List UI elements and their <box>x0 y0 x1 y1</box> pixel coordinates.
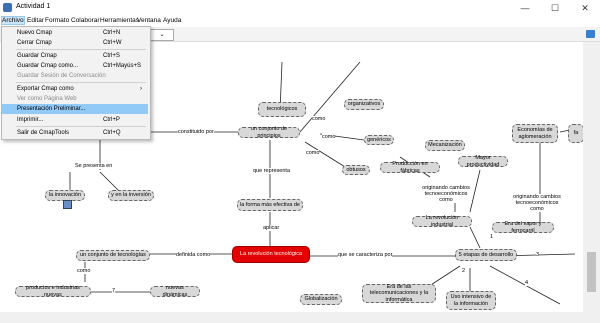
menu-item-guardar-cmap[interactable]: Guardar Cmap Ctrl+S <box>2 51 148 61</box>
link-como-4[interactable]: como <box>77 268 91 274</box>
menu-ventana[interactable]: Ventana <box>137 17 161 24</box>
menu-separator <box>16 126 146 127</box>
link-como-3[interactable]: como <box>306 150 320 156</box>
resource-icon[interactable] <box>63 200 72 209</box>
link-que-representa[interactable]: que representa <box>253 168 290 174</box>
minimize-button[interactable]: — <box>510 0 540 16</box>
concept-cinco-etapas[interactable]: 5 etapas de desarrollo <box>455 249 517 261</box>
link-como-1[interactable]: como <box>312 116 326 122</box>
menu-item-nuevo-cmap[interactable]: Nuevo Cmap Ctrl+N <box>2 28 148 38</box>
concept-uso-intensivo[interactable]: Uso intensivo de la información <box>446 291 496 310</box>
vertical-scroll-thumb[interactable] <box>587 252 596 292</box>
concept-revolucion-industrial[interactable]: La revolución industrial <box>412 215 472 228</box>
menu-item-imprimir[interactable]: Imprimir... Ctrl+P <box>2 115 148 125</box>
menu-item-ver-pagina-web[interactable]: Ver como Página Web <box>2 94 148 104</box>
maximize-button[interactable]: ☐ <box>540 0 570 16</box>
menu-item-salir[interactable]: Salir de CmapTools Ctrl+Q <box>2 128 148 138</box>
link-originando-cambios-2[interactable]: originando cambios tecnoeconómicos como <box>510 194 564 212</box>
concept-organizativos[interactable]: organizativos <box>344 99 384 110</box>
link-number-4[interactable]: 4 <box>525 280 529 286</box>
link-como-2[interactable]: como <box>322 134 336 140</box>
concept-era-vapor[interactable]: Era del vapor y ferrocarril <box>492 221 554 234</box>
link-definida-como[interactable]: definida como <box>176 252 211 258</box>
vertical-scrollbar[interactable] <box>583 42 600 312</box>
close-button[interactable]: ✕ <box>570 0 600 16</box>
menu-colaborar[interactable]: Colaborar <box>71 17 100 24</box>
share-icon[interactable] <box>586 30 595 38</box>
menu-archivo[interactable]: Archivo <box>1 16 25 25</box>
link-que-se-caracteriza-por[interactable]: que se caracteriza por <box>338 252 393 258</box>
title-bar: Actividad 1 — ☐ ✕ <box>0 0 600 17</box>
concept-fa-partial[interactable]: fa <box>568 124 583 143</box>
cmaptools-app-icon <box>3 3 12 12</box>
concept-economias-aglomeracion[interactable]: Economías de aglomeración <box>512 124 558 143</box>
link-number-1[interactable]: 1 <box>490 234 494 240</box>
menu-formato[interactable]: Formato <box>45 17 69 24</box>
concept-era-telecomunicaciones[interactable]: Era de las telecomunicaciones y la infor… <box>362 284 436 303</box>
menu-item-guardar-como[interactable]: Guardar Cmap como... Ctrl+Mayús+S <box>2 61 148 71</box>
link-originando-cambios-1[interactable]: originando cambios tecnoeconómicos como <box>420 185 472 203</box>
menu-separator <box>16 82 146 83</box>
concept-forma-efectiva[interactable]: la forma más efectiva de <box>237 199 303 211</box>
concept-revolucion-tecnologica[interactable]: La revolución tecnológica <box>232 246 310 263</box>
concept-genericos[interactable]: genéricos <box>364 135 394 145</box>
window-title: Actividad 1 <box>16 3 51 10</box>
concept-conjunto-principios[interactable]: un conjunto de principios <box>238 126 300 139</box>
concept-mecanizacion[interactable]: Mecanización <box>425 140 465 151</box>
horizontal-scrollbar[interactable] <box>0 312 583 323</box>
concept-productos-industrias[interactable]: productos e industrias nuevas <box>15 285 91 298</box>
concept-inversion[interactable]: y en la inversión <box>108 190 154 201</box>
concept-globalizacion[interactable]: Globalización <box>300 294 342 305</box>
link-aplicar[interactable]: aplicar <box>263 225 280 231</box>
menu-herramientas[interactable]: Herramientas <box>100 17 139 24</box>
concept-conjunto-tecnologias[interactable]: un conjunto de tecnologías <box>76 250 150 261</box>
menu-item-presentacion-preliminar[interactable]: Presentación Preliminar... <box>2 104 148 114</box>
concept-mayor-productividad[interactable]: Mayor productividad <box>458 155 508 168</box>
link-number-2[interactable]: 2 <box>462 268 466 274</box>
link-constituido-por[interactable]: constituido por <box>178 129 214 135</box>
submenu-arrow-icon: › <box>140 86 142 92</box>
concept-tecnologicos[interactable]: tecnológicos <box>258 102 306 117</box>
menu-item-guardar-sesion[interactable]: Guardar Sesión de Conversación <box>2 71 148 81</box>
link-number-7[interactable]: 7 <box>112 288 116 294</box>
font-combo[interactable]: ⌄ <box>150 29 174 41</box>
file-menu-dropdown: Nuevo Cmap Ctrl+N Cerrar Cmap Ctrl+W Guard… <box>1 26 151 140</box>
menu-item-exportar[interactable]: Exportar Cmap como › <box>2 84 148 94</box>
concept-nuevas-dinamicas[interactable]: nuevas dinámicas <box>150 285 200 298</box>
menu-editar[interactable]: Editar <box>27 17 44 24</box>
concept-produccion-fabricas[interactable]: Producción en fábricas <box>380 161 440 174</box>
menu-ayuda[interactable]: Ayuda <box>163 17 181 24</box>
link-se-presenta-en[interactable]: Se presenta en <box>75 163 113 169</box>
concept-obtusos[interactable]: obtusos <box>342 165 370 175</box>
menu-separator <box>16 49 146 50</box>
link-number-3[interactable]: 3 <box>536 252 540 258</box>
menu-item-cerrar-cmap[interactable]: Cerrar Cmap Ctrl+W <box>2 38 148 48</box>
